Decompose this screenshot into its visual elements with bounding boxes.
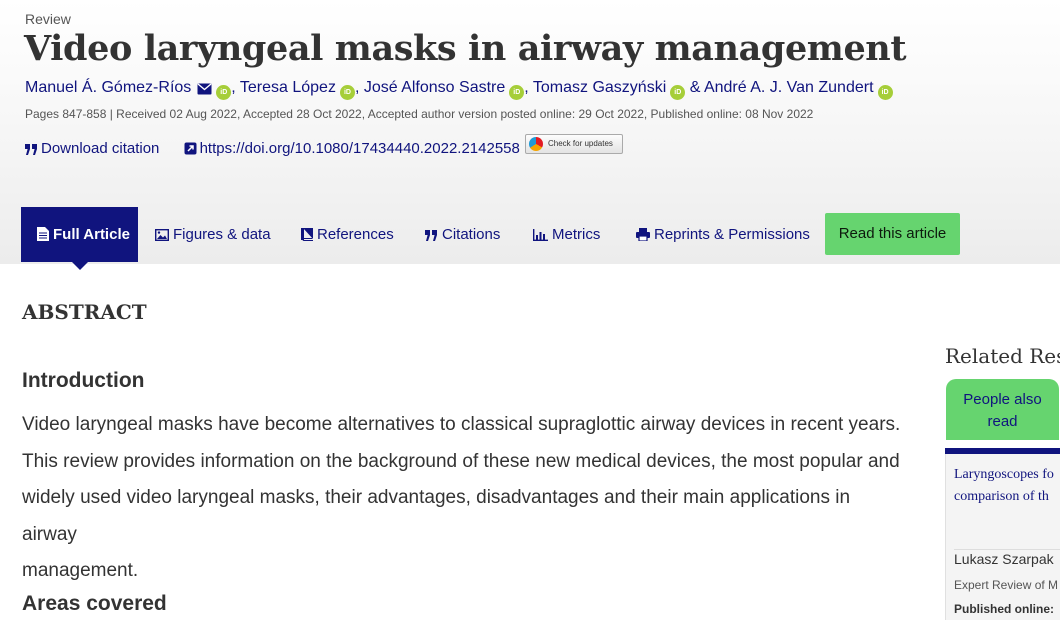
author-separator: &: [685, 79, 704, 96]
author-name-3[interactable]: José Alfonso Sastre: [364, 79, 505, 96]
tab-metrics[interactable]: Metrics: [533, 207, 600, 262]
author-separator: ,: [231, 79, 240, 96]
envelope-icon[interactable]: [197, 83, 212, 95]
orcid-icon[interactable]: iD: [216, 85, 232, 100]
body-line: Video laryngeal masks have become altern…: [22, 414, 901, 435]
orcid-icon[interactable]: iD: [670, 85, 686, 100]
tab-label: References: [317, 226, 394, 243]
orcid-icon[interactable]: iD: [339, 85, 355, 100]
author-separator: ,: [524, 79, 533, 96]
author-name-4[interactable]: Tomasz Gaszyński: [533, 79, 666, 96]
tab-label: Citations: [442, 226, 501, 243]
section-heading-introduction: Introduction: [22, 369, 145, 392]
image-icon: [154, 228, 170, 242]
check-for-updates-label: Check for updates: [548, 139, 613, 148]
tab-people-also-read[interactable]: People also read: [946, 379, 1059, 440]
tab-label: Reprints & Permissions: [654, 226, 810, 243]
abstract-heading: ABSTRACT: [22, 300, 147, 324]
check-for-updates-button[interactable]: Check for updates: [525, 134, 623, 154]
related-article-link[interactable]: Laryngoscopes fo comparison of th: [954, 464, 1060, 508]
tab-label: Metrics: [552, 226, 601, 243]
related-article-card: Laryngoscopes fo comparison of th Lukasz…: [945, 454, 1060, 620]
orcid-icon[interactable]: iD: [877, 85, 893, 100]
read-this-article-button[interactable]: Read this article: [825, 213, 960, 255]
author-name-5[interactable]: André A. J. Van Zundert: [704, 79, 874, 96]
related-published: Published online:: [954, 602, 1055, 616]
tab-references[interactable]: References: [301, 207, 394, 262]
download-citation-link[interactable]: Download citation: [25, 140, 159, 157]
author-list: Manuel Á. Gómez-Ríos iD, Teresa López iD, …: [25, 79, 893, 100]
author-separator: ,: [354, 79, 364, 96]
tab-full-article[interactable]: Full Article: [21, 207, 138, 270]
article-type-label: Review: [25, 11, 71, 27]
author-name-1[interactable]: Manuel Á. Gómez-Ríos: [25, 79, 191, 96]
article-title: Video laryngeal masks in airway manageme…: [24, 28, 907, 69]
doi-label: https://doi.org/10.1080/17434440.2022.21…: [199, 140, 520, 157]
tab-label: Full Article: [53, 226, 130, 243]
related-research-panel: People also read Laryngoscopes fo compar…: [945, 378, 1060, 620]
external-link-icon: [184, 142, 197, 155]
tab-reprints-permissions[interactable]: Reprints & Permissions: [636, 207, 810, 262]
document-icon: [37, 227, 49, 241]
related-journal: Expert Review of M: [954, 578, 1059, 592]
print-icon: [636, 228, 650, 242]
download-citation-label: Download citation: [41, 140, 160, 157]
tab-citations[interactable]: Citations: [425, 207, 500, 262]
people-tab-line: People also: [963, 391, 1042, 408]
article-actions: Download citation https://doi.org/10.108…: [25, 140, 540, 157]
related-research-title: Related Rese: [945, 344, 1060, 368]
body-line: This review provides information on the …: [22, 450, 900, 472]
related-title-line: Laryngoscopes fo: [954, 467, 1054, 482]
book-icon: [301, 228, 313, 241]
bar-chart-icon: [533, 229, 548, 241]
orcid-icon[interactable]: iD: [509, 85, 525, 100]
tab-figures-data[interactable]: Figures & data: [154, 207, 271, 262]
author-name-2[interactable]: Teresa López: [240, 79, 336, 96]
tab-label: Figures & data: [173, 226, 271, 243]
introduction-body: Video laryngeal masks have become altern…: [22, 407, 902, 590]
body-line: management.: [22, 560, 139, 581]
quote-icon: [425, 230, 437, 241]
divider: [954, 549, 1060, 550]
body-line: widely used video laryngeal masks, their…: [22, 487, 851, 545]
section-heading-areas-covered: Areas covered: [22, 592, 167, 615]
crossmark-icon: [529, 137, 543, 151]
people-tab-line: read: [987, 413, 1018, 430]
doi-link[interactable]: https://doi.org/10.1080/17434440.2022.21…: [184, 140, 520, 157]
related-author: Lukasz Szarpak: [954, 551, 1054, 567]
publication-history: Pages 847-858 | Received 02 Aug 2022, Ac…: [25, 107, 814, 121]
related-title-line: comparison of th: [954, 489, 1049, 504]
quote-icon: [25, 144, 37, 155]
